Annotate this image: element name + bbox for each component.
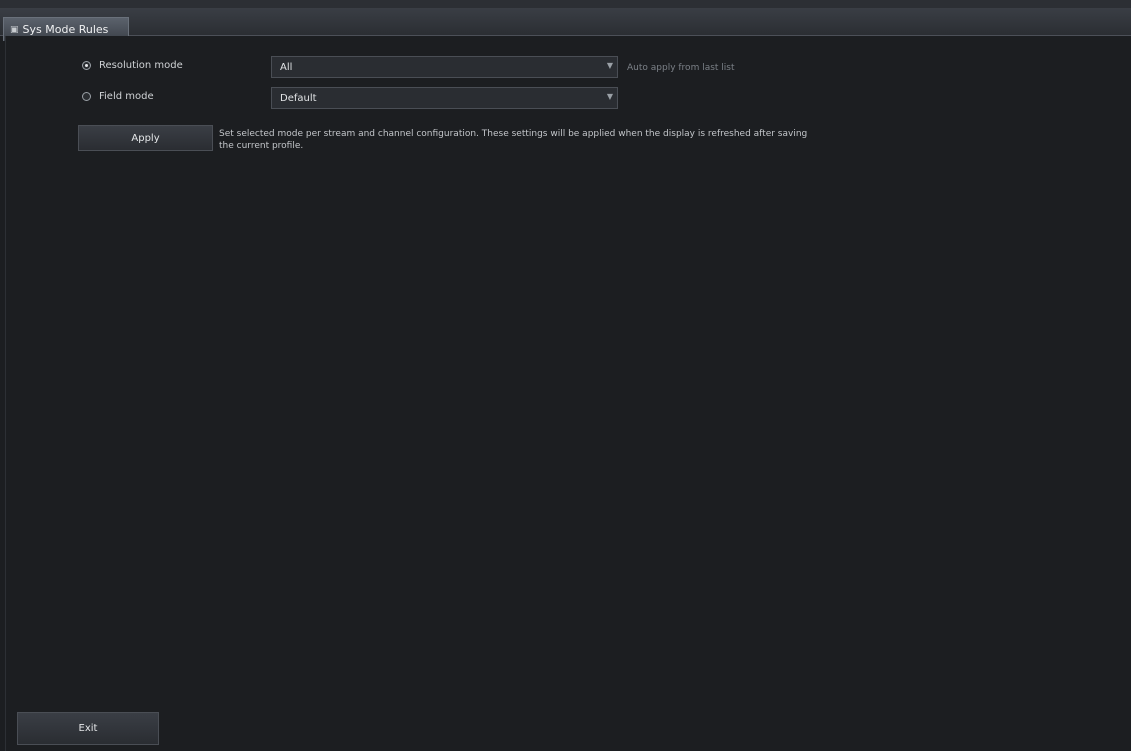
monitor-icon: ▣: [10, 24, 19, 35]
settings-panel: Resolution mode All ▼ Auto apply from la…: [5, 36, 1131, 751]
field-select[interactable]: Default ▼: [271, 87, 618, 109]
resolution-select-value: All: [280, 61, 293, 73]
resolution-label: Resolution mode: [99, 60, 183, 71]
resolution-radio[interactable]: [82, 61, 91, 70]
option-row-field[interactable]: Field mode: [82, 91, 154, 102]
tab-label: Sys Mode Rules: [22, 23, 109, 36]
resolution-hint: Auto apply from last list: [627, 63, 735, 73]
field-radio[interactable]: [82, 92, 91, 101]
tab-bar: ▣ Sys Mode Rules: [0, 8, 1131, 41]
field-select-value: Default: [280, 92, 317, 104]
chevron-down-icon: ▼: [606, 92, 613, 101]
field-label: Field mode: [99, 91, 154, 102]
chevron-down-icon: ▼: [606, 61, 613, 70]
description-text: Set selected mode per stream and channel…: [219, 129, 808, 151]
resolution-select[interactable]: All ▼: [271, 56, 618, 78]
exit-button[interactable]: Exit: [17, 712, 159, 745]
window-top-strip: [0, 0, 1131, 8]
apply-button[interactable]: Apply: [78, 125, 213, 151]
option-row-resolution[interactable]: Resolution mode: [82, 60, 183, 71]
